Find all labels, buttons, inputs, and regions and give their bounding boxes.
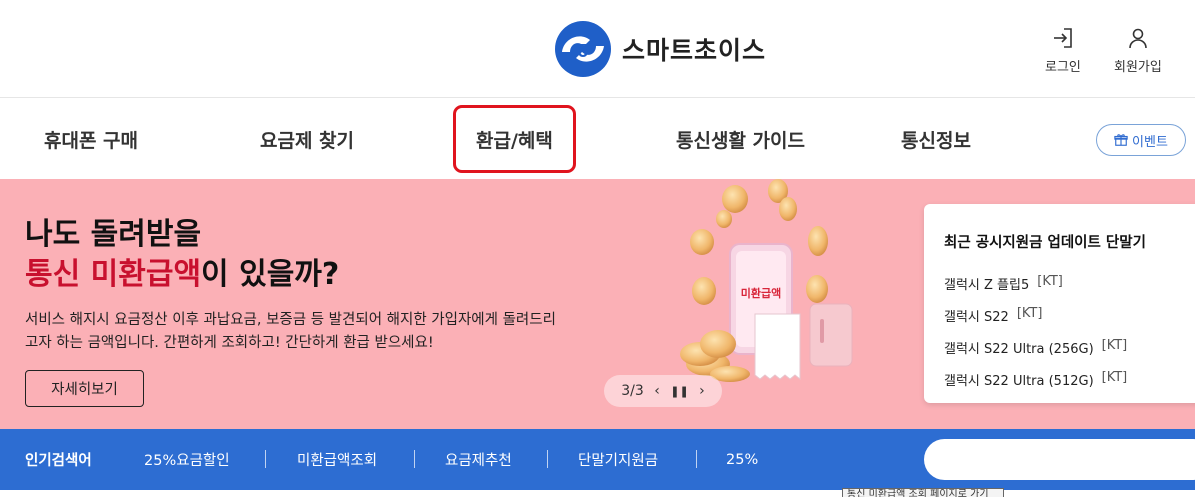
divider	[265, 450, 266, 468]
divider	[414, 450, 415, 468]
gift-icon	[1114, 134, 1128, 146]
login-icon	[1053, 28, 1072, 48]
event-label: 이벤트	[1132, 134, 1168, 150]
banner-headline-line1: 나도 돌려받을	[25, 217, 202, 252]
device-name: 갤럭시 S22 Ultra (512G)	[944, 374, 1094, 389]
device-name: 갤럭시 S22	[944, 310, 1009, 325]
list-item[interactable]: 갤럭시 Z 플립5 [KT]	[944, 274, 1184, 306]
pause-icon[interactable]: ❚❚	[670, 385, 688, 398]
tooltip: 통신 미환급액 조회 페이지로 가기	[842, 488, 1004, 497]
carrier-tag: [KT]	[1037, 274, 1063, 289]
list-item[interactable]: 갤럭시 S22 Ultra (512G) [KT]	[944, 370, 1184, 402]
signup-label: 회원가입	[1114, 60, 1162, 75]
search-input[interactable]	[924, 439, 1195, 480]
site-header: 5 스마트초이스 로그인 회원가입	[0, 0, 1195, 98]
chevron-left-icon[interactable]: ‹	[654, 383, 660, 399]
list-item[interactable]: 갤럭시 S22 [KT]	[944, 306, 1184, 338]
carrier-tag: [KT]	[1016, 306, 1043, 321]
popular-keyword[interactable]: 요금제추천	[445, 429, 512, 490]
login-label: 로그인	[1045, 60, 1081, 75]
logo-mark-icon: 5	[555, 21, 611, 77]
banner-headline-line2: 통신 미환급액이 있을까?	[25, 255, 339, 295]
signup-link[interactable]: 회원가입	[1114, 26, 1162, 75]
divider	[696, 450, 697, 468]
list-item[interactable]: 갤럭시 S22 Ultra (256G) [KT]	[944, 338, 1184, 370]
carrier-tag: [KT]	[1101, 338, 1128, 353]
popular-search-bar: 인기검색어 25%요금할인 미환급액조회 요금제추천 단말기지원금 25%	[0, 429, 1195, 490]
more-button[interactable]: 자세히보기	[25, 370, 144, 407]
device-name: 갤럭시 Z 플립5	[944, 278, 1030, 293]
banner-headline-rest: 이 있을까?	[201, 257, 340, 292]
nav-plan-finder[interactable]: 요금제 찾기	[260, 99, 354, 179]
login-link[interactable]: 로그인	[1045, 26, 1081, 75]
divider	[547, 450, 548, 468]
pager-counter: 3/3	[621, 383, 644, 399]
logo-text: 스마트초이스	[622, 36, 767, 65]
popular-keyword[interactable]: 25%	[726, 429, 758, 490]
nav-refund-benefits[interactable]: 환급/혜택	[453, 105, 576, 173]
banner-description: 서비스 해지시 요금정산 이후 과납요금, 보증금 등 발견되어 해지한 가입자…	[25, 312, 556, 351]
banner-pager: 3/3 ‹ ❚❚ ›	[604, 375, 722, 407]
hero-banner: 나도 돌려받을 통신 미환급액이 있을까? 서비스 해지시 요금정산 이후 과납…	[0, 179, 1195, 429]
phone-label: 미환급액	[741, 286, 781, 300]
update-card: 최근 공시지원금 업데이트 단말기 갤럭시 Z 플립5 [KT] 갤럭시 S22…	[924, 204, 1195, 403]
chevron-right-icon[interactable]: ›	[699, 383, 705, 399]
nav-telecom-info[interactable]: 통신정보	[901, 99, 971, 179]
svg-text:5: 5	[578, 41, 588, 61]
popular-keyword[interactable]: 미환급액조회	[297, 429, 377, 490]
user-icon	[1129, 28, 1147, 49]
site-logo[interactable]: 5 스마트초이스	[554, 20, 766, 78]
banner-headline-highlight: 통신 미환급액	[25, 257, 202, 292]
popular-search-label: 인기검색어	[25, 453, 92, 469]
popular-keyword[interactable]: 25%요금할인	[144, 429, 230, 490]
popular-keyword[interactable]: 단말기지원금	[578, 429, 658, 490]
nav-phone-purchase[interactable]: 휴대폰 구매	[44, 99, 138, 179]
event-button[interactable]: 이벤트	[1096, 124, 1186, 156]
device-name: 갤럭시 S22 Ultra (256G)	[944, 342, 1094, 357]
carrier-tag: [KT]	[1101, 370, 1128, 385]
update-card-title: 최근 공시지원금 업데이트 단말기	[944, 235, 1146, 251]
nav-telecom-guide[interactable]: 통신생활 가이드	[676, 99, 805, 179]
main-nav: 휴대폰 구매 요금제 찾기 환급/혜택 통신생활 가이드 통신정보 이벤트	[0, 99, 1195, 179]
